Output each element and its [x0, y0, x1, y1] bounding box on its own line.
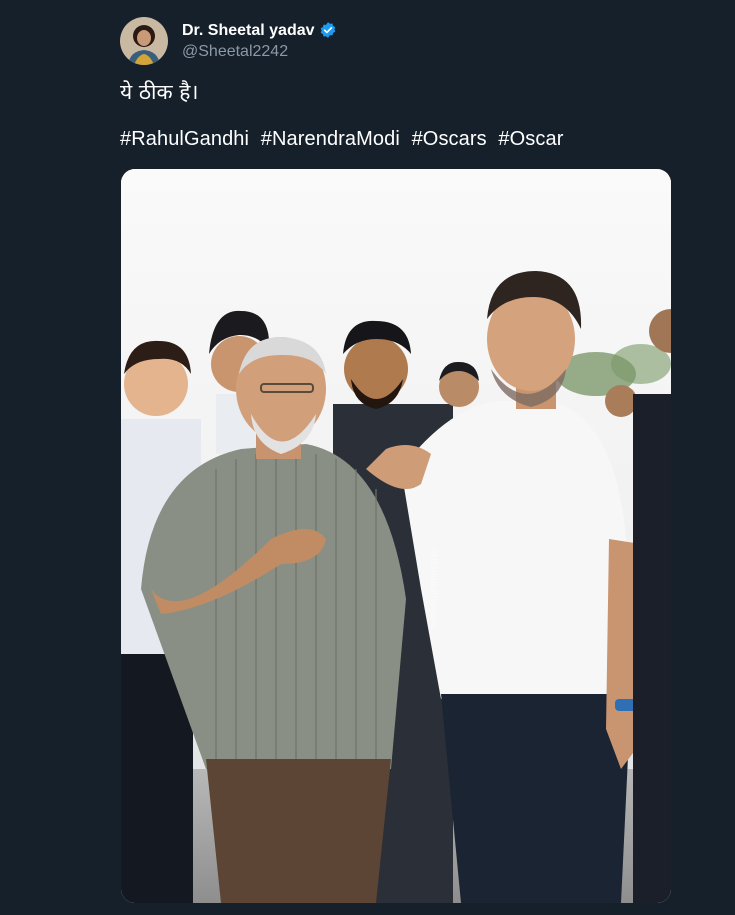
hashtag-link[interactable]: #RahulGandhi [120, 128, 249, 150]
hashtag-link[interactable]: #NarendraModi [261, 128, 400, 150]
hashtag-link[interactable]: #Oscars [412, 128, 487, 150]
avatar[interactable] [120, 17, 168, 65]
watermark-text: @BabaBalitawara [428, 549, 438, 629]
tweet-header: Dr. Sheetal yadav @Sheetal2242 [120, 16, 337, 66]
hashtag-link[interactable]: #Oscar [498, 128, 563, 150]
person-edge-right [633, 309, 671, 903]
author-handle[interactable]: @Sheetal2242 [182, 42, 337, 61]
hashtag-list: #RahulGandhi #NarendraModi #Oscars #Osca… [120, 128, 570, 151]
verified-badge-icon [319, 21, 337, 39]
tweet-media-image[interactable]: @BabaBalitawara [121, 169, 671, 903]
tweet-text: ये ठीक है। [120, 80, 199, 104]
name-row: Dr. Sheetal yadav [182, 21, 337, 40]
tweet-card: Dr. Sheetal yadav @Sheetal2242 ये ठीक है… [0, 0, 735, 915]
author-names: Dr. Sheetal yadav @Sheetal2242 [182, 21, 337, 61]
display-name[interactable]: Dr. Sheetal yadav [182, 21, 315, 40]
photo-illustration: @BabaBalitawara [121, 169, 671, 903]
